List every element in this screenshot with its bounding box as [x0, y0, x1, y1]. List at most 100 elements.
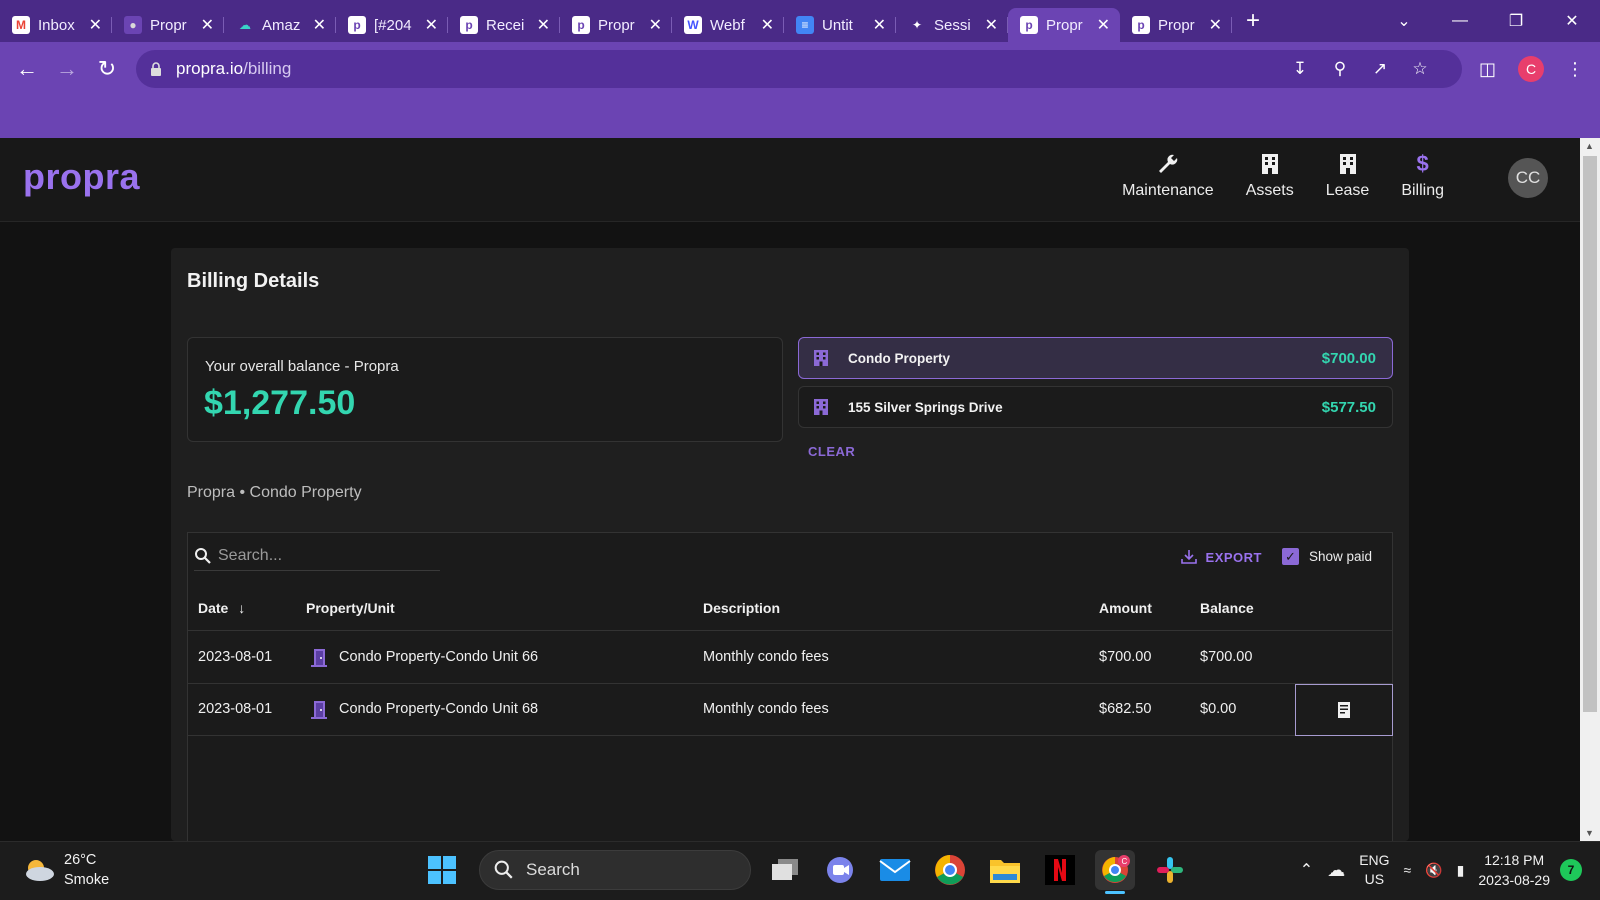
scroll-down-icon[interactable]: ▼ — [1585, 828, 1594, 838]
search-icon — [195, 547, 211, 564]
notification-badge[interactable]: 7 — [1560, 859, 1582, 881]
tab-favicon-icon: p — [1132, 16, 1150, 34]
restore-icon[interactable]: ❐ — [1488, 11, 1544, 31]
clear-filter-button[interactable]: CLEAR — [808, 444, 855, 459]
cell-property-unit[interactable]: Condo Property-Condo Unit 66 — [339, 649, 538, 665]
reload-icon[interactable]: ↻ — [92, 56, 122, 82]
taskbar-search[interactable]: Search — [479, 850, 751, 890]
address-bar[interactable]: propra.io/billing ↧ ⚲ ↗ ☆ — [136, 50, 1462, 88]
overall-balance-panel: Your overall balance - Propra $1,277.50 — [187, 337, 783, 442]
tab-close-icon[interactable]: ✕ — [537, 15, 550, 35]
tab-search-icon[interactable]: ⌄ — [1376, 11, 1432, 31]
clock[interactable]: 12:18 PM 2023-08-29 — [1478, 850, 1550, 890]
building-icon — [814, 399, 828, 415]
scrollbar-thumb[interactable] — [1583, 156, 1597, 712]
column-date[interactable]: Date ↓ — [198, 600, 245, 616]
volume-muted-icon[interactable]: 🔇 — [1425, 861, 1442, 880]
browser-tab[interactable]: ✦ Sessi ✕ — [896, 8, 1008, 42]
tab-close-icon[interactable]: ✕ — [761, 15, 774, 35]
teams-icon[interactable] — [820, 850, 860, 890]
netflix-icon[interactable] — [1040, 850, 1080, 890]
browser-tab[interactable]: ≡ Untit ✕ — [784, 8, 896, 42]
menu-kebab-icon[interactable]: ⋮ — [1566, 59, 1584, 80]
tab-close-icon[interactable]: ✕ — [201, 15, 214, 35]
tab-close-icon[interactable]: ✕ — [985, 15, 998, 35]
browser-tab[interactable]: ● Propr ✕ — [112, 8, 224, 42]
tab-list: M Inbox ✕ ● Propr ✕ ☁ Amaz ✕ p [#204 ✕ p Recei ✕ p Propr… — [0, 0, 1232, 42]
show-paid-checkbox[interactable]: ✓ — [1281, 548, 1299, 565]
install-icon[interactable]: ↧ — [1290, 59, 1310, 79]
file-explorer-icon[interactable] — [985, 850, 1025, 890]
cell-property-unit[interactable]: Condo Property-Condo Unit 68 — [339, 701, 538, 717]
tab-close-icon[interactable]: ✕ — [425, 15, 438, 35]
tab-title: [#204 — [374, 16, 412, 34]
export-button[interactable]: EXPORT — [1180, 549, 1262, 565]
wifi-icon[interactable]: ≈ — [1404, 861, 1412, 880]
column-amount[interactable]: Amount — [1099, 600, 1152, 616]
column-property-unit[interactable]: Property/Unit — [306, 600, 395, 616]
battery-icon[interactable]: ▮ — [1457, 861, 1465, 880]
browser-tab[interactable]: p Propr ✕ — [560, 8, 672, 42]
back-icon[interactable]: ← — [12, 56, 42, 82]
forward-icon[interactable]: → — [52, 56, 82, 82]
browser-tab[interactable]: M Inbox ✕ — [0, 8, 112, 42]
search-field[interactable] — [194, 541, 440, 571]
browser-tab[interactable]: p Propr ✕ — [1008, 8, 1120, 42]
column-balance[interactable]: Balance — [1200, 600, 1254, 616]
search-input[interactable] — [218, 546, 418, 565]
language-indicator[interactable]: ENG US — [1359, 851, 1389, 889]
browser-tab[interactable]: p Recei ✕ — [448, 8, 560, 42]
side-panel-icon[interactable]: ◫ — [1479, 59, 1496, 80]
sort-down-icon[interactable]: ↓ — [238, 600, 245, 616]
taskbar-search-icon — [494, 860, 513, 879]
browser-tab[interactable]: W Webf ✕ — [672, 8, 784, 42]
nav-item-lease[interactable]: Lease — [1310, 150, 1386, 200]
nav-item-maintenance[interactable]: Maintenance — [1106, 150, 1230, 200]
browser-tab[interactable]: p [#204 ✕ — [336, 8, 448, 42]
close-window-icon[interactable]: ✕ — [1544, 11, 1600, 31]
task-view-icon[interactable] — [765, 850, 805, 890]
windows-logo-icon — [428, 856, 456, 884]
tab-title: Untit — [822, 16, 853, 34]
page-title: Billing Details — [187, 270, 320, 292]
tab-close-icon[interactable]: ✕ — [313, 15, 326, 35]
zoom-icon[interactable]: ⚲ — [1330, 59, 1350, 79]
browser-tab[interactable]: ☁ Amaz ✕ — [224, 8, 336, 42]
browser-tab[interactable]: p Propr ✕ — [1120, 8, 1232, 42]
minimize-icon[interactable]: — — [1432, 12, 1488, 30]
tab-close-icon[interactable]: ✕ — [1097, 15, 1110, 35]
mail-icon[interactable] — [875, 850, 915, 890]
column-description[interactable]: Description — [703, 600, 780, 616]
tab-favicon-icon: p — [348, 16, 366, 34]
page-scrollbar[interactable]: ▲ ▼ — [1580, 138, 1600, 841]
cell-date: 2023-08-01 — [198, 649, 273, 665]
scroll-up-icon[interactable]: ▲ — [1585, 141, 1594, 151]
slack-icon[interactable] — [1150, 850, 1190, 890]
property-filter-item[interactable]: 155 Silver Springs Drive $577.50 — [798, 386, 1393, 428]
cell-description: Monthly condo fees — [703, 701, 829, 717]
tab-close-icon[interactable]: ✕ — [873, 15, 886, 35]
table-row[interactable]: 2023-08-01 Condo Property-Condo Unit 68 Mo… — [188, 684, 1393, 736]
weather-widget[interactable]: 26°C Smoke — [22, 850, 109, 890]
tab-close-icon[interactable]: ✕ — [89, 15, 102, 35]
new-tab-icon[interactable]: + — [1246, 7, 1260, 35]
tab-close-icon[interactable]: ✕ — [649, 15, 662, 35]
nav-item-billing[interactable]: $ Billing — [1385, 150, 1460, 200]
chrome-profile-icon[interactable]: C — [1095, 850, 1135, 894]
nav-item-assets[interactable]: Assets — [1230, 150, 1310, 200]
onedrive-cloud-icon[interactable]: ☁ — [1327, 860, 1345, 880]
property-filter-item[interactable]: Condo Property $700.00 — [798, 337, 1393, 379]
tab-title: Amaz — [262, 16, 301, 34]
propra-logo[interactable]: propra — [23, 156, 140, 198]
table-row[interactable]: 2023-08-01 Condo Property-Condo Unit 66 Mo… — [188, 632, 1392, 684]
share-icon[interactable]: ↗ — [1370, 59, 1390, 79]
chrome-icon[interactable] — [930, 850, 970, 890]
bookmark-star-icon[interactable]: ☆ — [1410, 59, 1430, 79]
user-avatar[interactable]: CC — [1508, 158, 1548, 198]
tab-close-icon[interactable]: ✕ — [1209, 15, 1222, 35]
show-hidden-icons-icon[interactable]: ⌃ — [1300, 861, 1313, 880]
show-paid-toggle[interactable]: ✓ Show paid — [1281, 548, 1372, 565]
view-receipt-button[interactable] — [1295, 684, 1393, 736]
start-button[interactable] — [422, 850, 462, 890]
profile-avatar[interactable]: C — [1518, 56, 1544, 82]
